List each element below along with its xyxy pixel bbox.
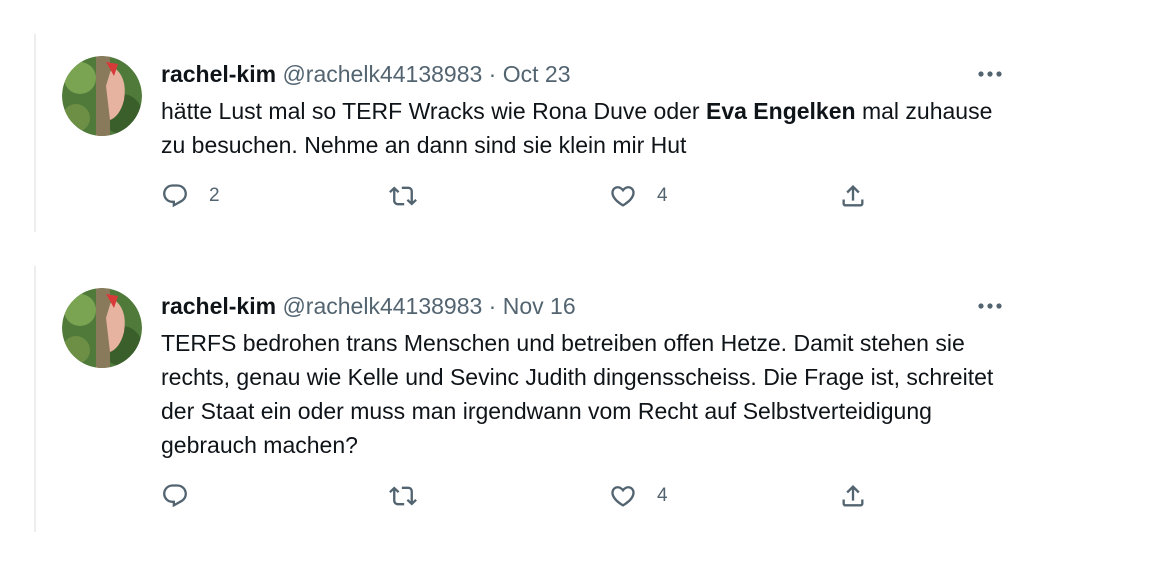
tweet-text-part: hätte Lust mal so TERF Wracks wie Rona D… xyxy=(161,98,706,124)
reply-icon xyxy=(163,484,187,508)
more-icon[interactable] xyxy=(974,294,1006,318)
thread-divider xyxy=(34,266,36,532)
display-name[interactable]: rachel-kim xyxy=(161,293,276,319)
avatar[interactable] xyxy=(62,288,142,368)
avatar[interactable] xyxy=(62,56,142,136)
tweet-date[interactable]: Nov 16 xyxy=(503,293,576,319)
more-icon[interactable] xyxy=(974,62,1006,86)
tweet-date[interactable]: Oct 23 xyxy=(503,61,571,87)
share-icon xyxy=(842,485,864,507)
retweet-icon xyxy=(389,486,417,506)
like-button[interactable]: 4 xyxy=(609,480,668,512)
share-icon xyxy=(842,185,864,207)
heart-icon xyxy=(611,486,635,507)
retweet-button[interactable] xyxy=(389,180,437,212)
reply-button[interactable]: 2 xyxy=(161,180,220,212)
like-button[interactable]: 4 xyxy=(609,180,668,212)
user-handle[interactable]: @rachelk44138983 xyxy=(282,293,482,319)
like-count: 4 xyxy=(657,185,668,206)
heart-icon xyxy=(611,186,635,207)
reply-button[interactable] xyxy=(161,480,209,512)
tweet-text: TERFS bedrohen trans Menschen und betrei… xyxy=(161,330,994,458)
tweet-header: rachel-kim @rachelk44138983 · Nov 16 xyxy=(161,292,576,320)
bold-name: Eva Engelken xyxy=(705,98,856,124)
share-button[interactable] xyxy=(839,180,867,212)
retweet-button[interactable] xyxy=(389,480,437,512)
tweet[interactable]: rachel-kim @rachelk44138983 · Nov 16 TER… xyxy=(34,266,1034,532)
retweet-icon xyxy=(389,186,417,206)
separator-dot: · xyxy=(488,61,497,87)
tweet-text: hätte Lust mal so TERF Wracks wie Rona D… xyxy=(161,94,1021,162)
share-button[interactable] xyxy=(839,480,867,512)
tweet-header: rachel-kim @rachelk44138983 · Oct 23 xyxy=(161,60,571,88)
reply-icon xyxy=(163,184,187,208)
display-name[interactable]: rachel-kim xyxy=(161,61,276,87)
tweet[interactable]: rachel-kim @rachelk44138983 · Oct 23 hät… xyxy=(34,34,1034,232)
reply-count: 2 xyxy=(209,185,220,206)
thread-divider xyxy=(34,34,36,232)
like-count: 4 xyxy=(657,485,668,506)
user-handle[interactable]: @rachelk44138983 xyxy=(282,61,482,87)
tweet-actions: 2 4 xyxy=(161,180,881,212)
separator-dot: · xyxy=(488,293,497,319)
tweet-actions: 4 xyxy=(161,480,881,512)
